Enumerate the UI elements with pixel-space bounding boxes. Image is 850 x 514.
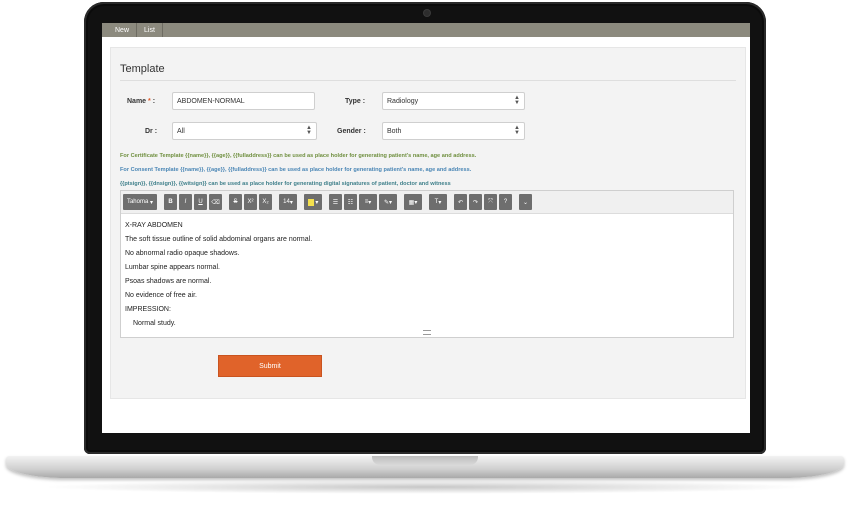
laptop-notch	[372, 456, 478, 465]
table-icon[interactable]: ▦ ▾	[404, 194, 422, 210]
strikethrough-button[interactable]: S	[229, 194, 242, 210]
submit-button[interactable]: Submit	[218, 355, 322, 377]
camera-icon	[424, 10, 430, 16]
editor-line: IMPRESSION:	[125, 306, 171, 313]
superscript-button[interactable]: X²	[244, 194, 257, 210]
fullscreen-icon[interactable]: ⤧	[484, 194, 497, 210]
underline-button[interactable]: U	[194, 194, 207, 210]
gender-label: Gender :	[337, 128, 366, 135]
laptop-base	[6, 456, 844, 478]
page-title: Template	[120, 63, 165, 75]
gender-select[interactable]: Both ▲ ▼	[382, 122, 525, 140]
laptop-shadow	[40, 480, 810, 494]
editor-line: Lumbar spine appears normal.	[125, 264, 220, 271]
hint-consent: For Consent Template {{name}}, {{age}}, …	[120, 167, 472, 173]
highlight-icon	[307, 198, 314, 206]
editor-line: X-RAY ABDOMEN	[125, 222, 183, 229]
hint-signatures: {{ptsign}}, {{dnsign}}, {{witsign}} can …	[120, 181, 451, 187]
dr-select[interactable]: All ▲ ▼	[172, 122, 317, 140]
top-nav-bar: New List	[102, 23, 750, 37]
bullet-list-icon[interactable]: ☰	[329, 194, 342, 210]
font-family-dropdown[interactable]: Tahoma ▾	[123, 194, 157, 210]
eraser-icon[interactable]: ⌫	[209, 194, 222, 210]
bold-button[interactable]: B	[164, 194, 177, 210]
rich-text-editor[interactable]: Tahoma ▾ B I U ⌫ S X² X₂ 14 ▾ ▾ ☰ ☷ ≡ ▾ ✎ ▾	[120, 190, 734, 338]
hint-certificate: For Certificate Template {{name}}, {{age…	[120, 153, 477, 159]
divider	[120, 80, 736, 81]
tab-list[interactable]: List	[137, 23, 163, 37]
help-icon[interactable]: ?	[499, 194, 512, 210]
editor-line: No abnormal radio opaque shadows.	[125, 250, 240, 257]
subscript-button[interactable]: X₂	[259, 194, 272, 210]
type-label: Type :	[345, 98, 366, 105]
screen: New List Template Name * : ABDOMEN-NORMA…	[102, 23, 750, 433]
type-select[interactable]: Radiology ▲ ▼	[382, 92, 525, 110]
collapse-icon[interactable]: ⌄	[519, 194, 532, 210]
template-panel: Template Name * : ABDOMEN-NORMAL Type : …	[110, 47, 746, 399]
numbered-list-icon[interactable]: ☷	[344, 194, 357, 210]
font-size-dropdown[interactable]: 14 ▾	[279, 194, 297, 210]
magic-format-icon[interactable]: ✎ ▾	[379, 194, 397, 210]
select-arrows-icon: ▲ ▼	[514, 95, 520, 106]
resize-handle[interactable]	[423, 330, 431, 335]
editor-line: No evidence of free air.	[125, 292, 197, 299]
redo-icon[interactable]: ↷	[469, 194, 482, 210]
editor-toolbar: Tahoma ▾ B I U ⌫ S X² X₂ 14 ▾ ▾ ☰ ☷ ≡ ▾ ✎ ▾	[121, 191, 733, 214]
editor-content[interactable]: X-RAY ABDOMEN The soft tissue outline of…	[121, 214, 733, 331]
editor-line: The soft tissue outline of solid abdomin…	[125, 236, 313, 243]
undo-icon[interactable]: ↶	[454, 194, 467, 210]
dr-label: Dr :	[145, 128, 158, 135]
name-input[interactable]: ABDOMEN-NORMAL	[172, 92, 315, 110]
tab-new[interactable]: New	[108, 23, 138, 37]
editor-line: Psoas shadows are normal.	[125, 278, 212, 285]
editor-line: Normal study.	[133, 320, 176, 327]
align-dropdown[interactable]: ≡ ▾	[359, 194, 377, 210]
name-label: Name * :	[127, 98, 156, 105]
italic-button[interactable]: I	[179, 194, 192, 210]
highlight-color-button[interactable]: ▾	[304, 194, 322, 210]
select-arrows-icon: ▲ ▼	[306, 125, 312, 136]
text-style-dropdown[interactable]: T ▾	[429, 194, 447, 210]
select-arrows-icon: ▲ ▼	[514, 125, 520, 136]
